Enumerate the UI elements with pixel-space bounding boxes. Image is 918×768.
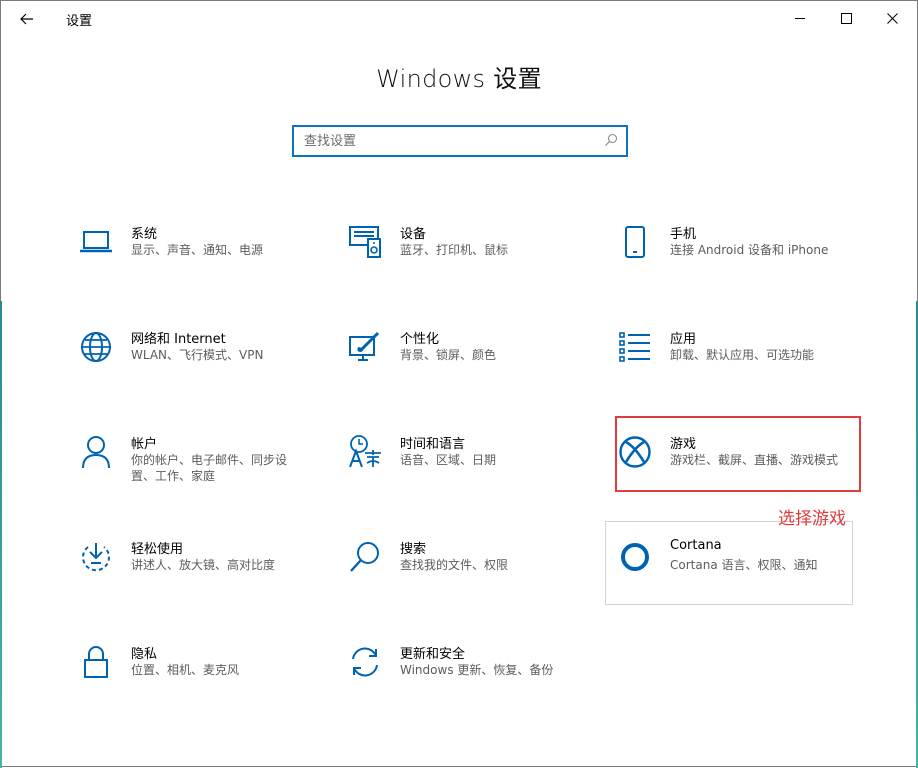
search-input[interactable] <box>294 127 604 155</box>
tile-subtitle: WLAN、飞行模式、VPN <box>131 348 264 362</box>
paint-icon <box>348 328 382 366</box>
window-edge-left <box>0 301 2 768</box>
search-icon <box>348 538 382 576</box>
tile-accounts[interactable]: 帐户 你的帐户、电子邮件、同步设置、工作、家庭 <box>79 433 329 505</box>
maximize-icon <box>840 12 852 24</box>
tile-phone[interactable]: 手机 连接 Android 设备和 iPhone <box>618 223 868 295</box>
tile-subtitle: 蓝牙、打印机、鼠标 <box>400 243 509 257</box>
search-box[interactable] <box>292 125 628 157</box>
page-title: Windows 设置 <box>376 65 542 93</box>
tile-apps[interactable]: 应用 卸载、默认应用、可选功能 <box>618 328 868 400</box>
cortana-hover-outline <box>605 521 853 605</box>
lock-icon <box>79 643 113 681</box>
tile-title: 个性化 <box>400 332 440 347</box>
tile-subtitle: 查找我的文件、权限 <box>400 558 509 572</box>
tile-title: 手机 <box>670 227 697 242</box>
tile-devices[interactable]: 设备 蓝牙、打印机、鼠标 <box>348 223 598 295</box>
tile-subtitle: 卸载、默认应用、可选功能 <box>670 348 815 362</box>
title-bar: 设置 <box>1 1 917 37</box>
tile-subtitle: 讲述人、放大镜、高对比度 <box>131 558 276 572</box>
tile-title: 设备 <box>400 227 427 242</box>
tile-search[interactable]: 搜索 查找我的文件、权限 <box>348 538 598 610</box>
tile-ease-of-access[interactable]: 轻松使用 讲述人、放大镜、高对比度 <box>79 538 329 610</box>
settings-window: 设置 Windows 设置 系统 显示、声音、通知、电源 设备 蓝牙、打印机、鼠… <box>0 0 918 768</box>
tile-title: 轻松使用 <box>131 542 184 557</box>
person-icon <box>79 433 113 471</box>
devices-icon <box>348 223 382 261</box>
annotation-label: 选择游戏 <box>778 509 846 529</box>
tile-subtitle: 语音、区域、日期 <box>400 453 497 467</box>
tile-privacy[interactable]: 隐私 位置、相机、麦克风 <box>79 643 329 715</box>
tile-subtitle: 显示、声音、通知、电源 <box>131 243 264 257</box>
tile-system[interactable]: 系统 显示、声音、通知、电源 <box>79 223 329 295</box>
tile-title: 更新和安全 <box>400 647 466 662</box>
tile-network[interactable]: 网络和 Internet WLAN、飞行模式、VPN <box>79 328 329 400</box>
close-button[interactable] <box>869 1 915 35</box>
tile-subtitle: 你的帐户、电子邮件、同步设置、工作、家庭 <box>131 453 288 483</box>
back-button[interactable] <box>13 7 41 31</box>
apps-list-icon <box>618 328 652 366</box>
tile-update-security[interactable]: 更新和安全 Windows 更新、恢复、备份 <box>348 643 598 715</box>
tile-title: 时间和语言 <box>400 437 466 452</box>
tile-subtitle: 背景、锁屏、颜色 <box>400 348 497 362</box>
tile-title: 系统 <box>131 227 158 242</box>
gaming-highlight-box <box>615 416 861 492</box>
ease-of-access-icon <box>79 538 113 576</box>
minimize-icon <box>794 17 805 19</box>
arrow-left-icon <box>20 13 33 25</box>
laptop-icon <box>79 223 113 261</box>
tile-title: 帐户 <box>131 437 158 452</box>
tile-subtitle: 位置、相机、麦克风 <box>131 663 240 677</box>
phone-icon <box>618 223 652 261</box>
update-icon <box>348 643 382 681</box>
tile-subtitle: 连接 Android 设备和 iPhone <box>670 243 829 257</box>
search-icon[interactable] <box>604 133 618 147</box>
time-language-icon <box>348 433 382 471</box>
tile-title: 网络和 Internet <box>131 332 226 347</box>
maximize-button[interactable] <box>823 1 869 35</box>
window-title: 设置 <box>66 14 93 29</box>
globe-icon <box>79 328 113 366</box>
close-icon <box>886 12 898 24</box>
tile-title: 隐私 <box>131 647 158 662</box>
tile-title: 搜索 <box>400 542 427 557</box>
tile-title: 应用 <box>670 332 697 347</box>
minimize-button[interactable] <box>777 1 823 35</box>
tile-time-language[interactable]: 时间和语言 语音、区域、日期 <box>348 433 598 505</box>
tile-personalization[interactable]: 个性化 背景、锁屏、颜色 <box>348 328 598 400</box>
tile-subtitle: Windows 更新、恢复、备份 <box>400 663 554 677</box>
